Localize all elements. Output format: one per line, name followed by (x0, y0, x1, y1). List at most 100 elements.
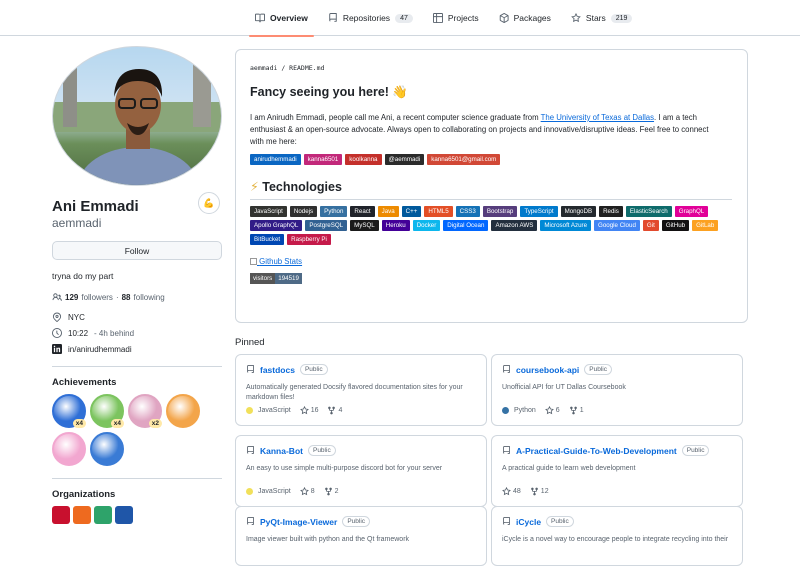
repo-meta: JavaScript 16 4 (246, 406, 476, 415)
repo-icon (329, 13, 337, 22)
social-badge[interactable]: kanna6501 (303, 154, 343, 165)
visibility-badge: Public (299, 364, 328, 375)
following-count[interactable]: 88 (122, 293, 131, 302)
technology-badges: JavaScript Nodejs Python React Java C++ HTML5 C… (250, 206, 720, 245)
followers-count[interactable]: 129 (65, 293, 78, 302)
achievement-badge[interactable]: x2 (128, 394, 162, 428)
tech-badge: Redis (599, 206, 623, 217)
visitors-badge: visitors 194519 (250, 273, 307, 284)
fork-count: 12 (540, 488, 549, 495)
achievement-badge[interactable]: x4 (90, 394, 124, 428)
dot-separator: · (115, 292, 119, 302)
achievements-title[interactable]: Achievements (52, 377, 222, 388)
follow-button[interactable]: Follow (52, 241, 222, 260)
social-badge[interactable]: koolkanna (345, 154, 382, 165)
readme-file: README.md (289, 64, 325, 72)
repo-stars[interactable]: 48 (502, 487, 521, 496)
organization-avatar[interactable] (52, 506, 70, 524)
repo-icon (247, 446, 254, 454)
achievement-badge[interactable] (166, 394, 200, 428)
followers-label[interactable]: followers (81, 293, 113, 302)
linkedin-link[interactable]: in/anirudhemmadi (68, 345, 132, 354)
fork-count: 1 (579, 407, 584, 414)
repo-name-link[interactable]: coursebook-api (516, 365, 579, 375)
repo-stars[interactable]: 16 (299, 406, 318, 415)
star-icon (299, 406, 309, 415)
language-name: Python (514, 407, 536, 414)
repo-description: iCycle is a novel way to encourage peopl… (502, 536, 729, 543)
language-color-dot (246, 407, 253, 414)
repo-stars[interactable]: 8 (299, 487, 315, 496)
following-label[interactable]: following (134, 293, 165, 302)
stars-count: 219 (610, 13, 633, 23)
language-name: JavaScript (258, 488, 291, 495)
repo-forks[interactable]: 1 (569, 406, 584, 415)
pinned-repo-card: coursebook-api Public Unofficial API for U… (491, 354, 743, 426)
tech-badge: Python (320, 206, 348, 217)
organization-avatar[interactable] (94, 506, 112, 524)
repo-forks[interactable]: 12 (530, 487, 549, 496)
tab-stars[interactable]: Stars 219 (561, 0, 643, 36)
repo-name-link[interactable]: iCycle (516, 517, 541, 527)
clock-icon (52, 328, 62, 338)
organizations-title: Organizations (52, 489, 116, 500)
localtime-row: 10:22 - 4h behind (52, 328, 222, 338)
fork-icon (569, 406, 577, 415)
social-badge[interactable]: anirudhemmadi (250, 154, 301, 165)
readme-heading-text: Fancy seeing you here! (250, 85, 389, 99)
achievement-badge[interactable] (90, 432, 124, 466)
repo-icon (503, 446, 510, 454)
star-count: 48 (513, 488, 521, 495)
linkedin-row[interactable]: in/anirudhemmadi (52, 344, 222, 354)
card-header: A-Practical-Guide-To-Web-Development Publ… (502, 445, 732, 456)
avatar[interactable] (52, 46, 222, 186)
star-icon (571, 13, 581, 23)
achievement-badge[interactable]: x4 (52, 394, 86, 428)
social-badge[interactable]: kanna6501@gmail.com (427, 154, 501, 165)
fork-icon (328, 406, 336, 415)
star-icon (544, 406, 554, 415)
tab-overview[interactable]: Overview (245, 0, 318, 37)
tech-badge: ElasticSearch (625, 206, 672, 217)
card-header: fastdocs Public (246, 364, 476, 375)
card-header: Kanna-Bot Public (246, 445, 476, 456)
repo-name-link[interactable]: A-Practical-Guide-To-Web-Development (516, 446, 677, 456)
readme-heading: Fancy seeing you here! 👋 (250, 84, 733, 100)
github-stats-image[interactable]: Github Stats (250, 257, 733, 266)
tech-badge: Bootstrap (482, 206, 518, 217)
status-emoji[interactable]: 💪 (198, 192, 220, 214)
organization-avatar[interactable] (115, 506, 133, 524)
tech-badge: BitBucket (250, 234, 285, 245)
repo-forks[interactable]: 2 (324, 487, 339, 496)
visibility-badge: Public (307, 445, 336, 456)
package-icon (499, 13, 509, 23)
repositories-count: 47 (395, 13, 413, 23)
tab-packages[interactable]: Packages (489, 0, 561, 36)
card-header: coursebook-api Public (502, 364, 732, 375)
social-badge[interactable]: @aemmadi (384, 154, 425, 165)
tab-projects[interactable]: Projects (423, 0, 489, 36)
repo-stars[interactable]: 6 (544, 406, 560, 415)
tech-badge: HTML5 (424, 206, 453, 217)
divider (52, 478, 222, 479)
visitors-count: 194519 (275, 273, 302, 284)
star-icon (299, 487, 309, 496)
repo-name-link[interactable]: fastdocs (260, 365, 295, 375)
utd-link[interactable]: The University of Texas at Dallas (541, 113, 654, 122)
repo-name-link[interactable]: Kanna-Bot (260, 446, 303, 456)
tech-badge: JavaScript (250, 206, 287, 217)
repo-name-link[interactable]: PyQt-Image-Viewer (260, 517, 337, 527)
repo-forks[interactable]: 4 (327, 406, 342, 415)
tech-badge: CSS3 (455, 206, 480, 217)
tab-label: Stars (585, 13, 606, 23)
tech-badge: TypeScript (520, 206, 558, 217)
repo-language: JavaScript (246, 407, 291, 414)
organization-avatar[interactable] (73, 506, 91, 524)
tab-repositories[interactable]: Repositories 47 (318, 0, 423, 36)
readme-owner[interactable]: aemmadi (250, 64, 277, 72)
achievement-badge[interactable] (52, 432, 86, 466)
readme-path: aemmadi / README.md (250, 64, 733, 72)
tech-badge: Google Cloud (594, 220, 640, 231)
star-count: 8 (310, 488, 315, 495)
repo-description: Image viewer built with python and the Q… (246, 536, 410, 543)
